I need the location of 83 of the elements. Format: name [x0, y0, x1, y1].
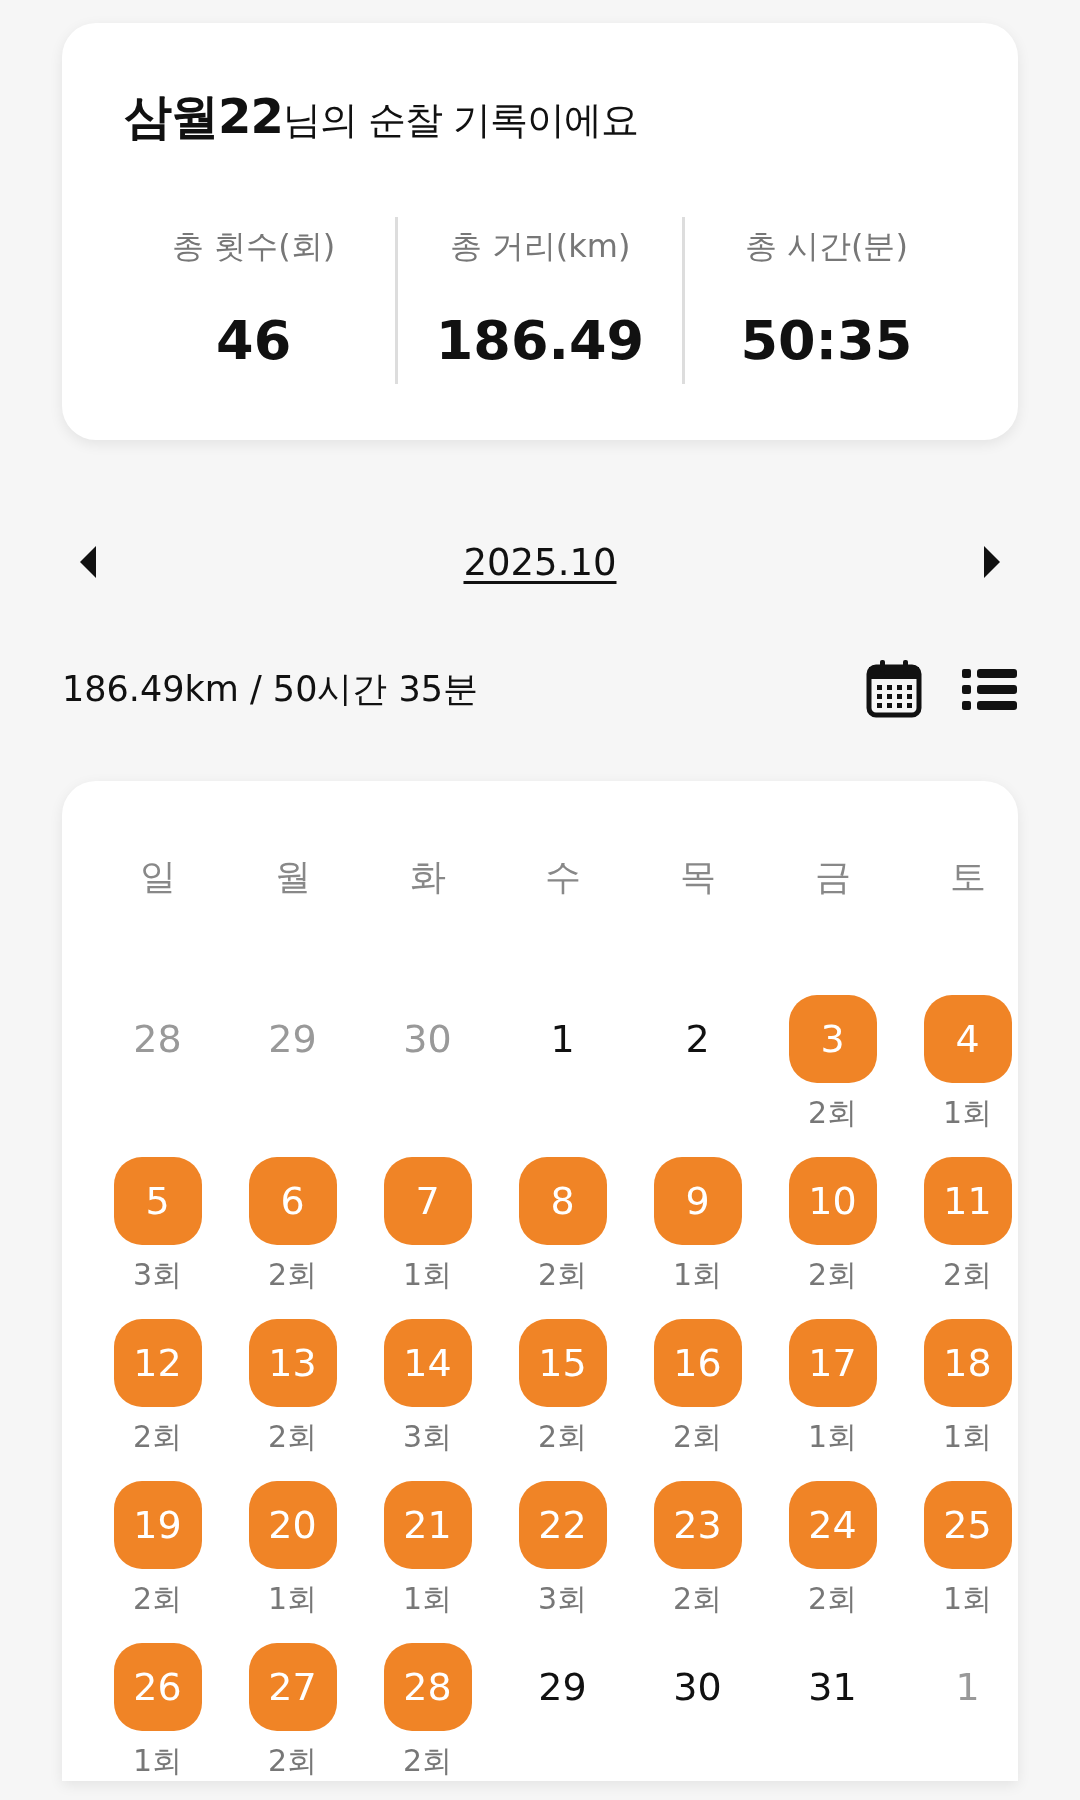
- calendar-day[interactable]: 8: [518, 1157, 607, 1245]
- patrol-count: 1회: [942, 1418, 993, 1456]
- patrol-count: 2회: [807, 1580, 858, 1618]
- calendar-day[interactable]: 28: [113, 995, 202, 1083]
- patrol-count: 3회: [402, 1418, 453, 1456]
- patrol-count: 2회: [267, 1418, 318, 1456]
- stat-value: 46: [216, 309, 292, 372]
- patrol-count: 2회: [132, 1418, 183, 1456]
- calendar-day[interactable]: 14: [383, 1319, 472, 1407]
- patrol-count: 1회: [672, 1256, 723, 1294]
- patrol-count: 1회: [267, 1580, 318, 1618]
- stat-value: 50:35: [740, 309, 913, 372]
- caret-left-icon: [80, 546, 96, 578]
- calendar-day[interactable]: 9: [653, 1157, 742, 1245]
- weekday-label: 수: [543, 855, 582, 899]
- stat-label: 총 횟수(회): [172, 226, 336, 267]
- calendar-day[interactable]: 30: [383, 995, 472, 1083]
- calendar-day[interactable]: 31: [788, 1643, 877, 1731]
- patrol-count: 3회: [132, 1256, 183, 1294]
- calendar-day[interactable]: 13: [248, 1319, 337, 1407]
- calendar-day[interactable]: 10: [788, 1157, 877, 1245]
- patrol-count: 2회: [267, 1742, 318, 1780]
- calendar-day[interactable]: 17: [788, 1319, 877, 1407]
- card-title: 삼월22님의 순찰 기록이에요: [123, 87, 639, 146]
- calendar-day[interactable]: 23: [653, 1481, 742, 1569]
- patrol-count: 2회: [132, 1580, 183, 1618]
- patrol-count: 2회: [267, 1256, 318, 1294]
- patrol-count: 2회: [537, 1418, 588, 1456]
- calendar-day[interactable]: 1: [923, 1643, 1012, 1731]
- patrol-count: 2회: [807, 1094, 858, 1132]
- calendar-day[interactable]: 16: [653, 1319, 742, 1407]
- calendar-day[interactable]: 25: [923, 1481, 1012, 1569]
- weekday-label: 금: [813, 855, 852, 899]
- calendar-day[interactable]: 7: [383, 1157, 472, 1245]
- weekday-label: 목: [678, 855, 717, 899]
- calendar-day[interactable]: 20: [248, 1481, 337, 1569]
- month-label[interactable]: 2025.10: [463, 540, 617, 584]
- calendar-day[interactable]: 15: [518, 1319, 607, 1407]
- calendar-day[interactable]: 2: [653, 995, 742, 1083]
- calendar-day[interactable]: 12: [113, 1319, 202, 1407]
- calendar-day[interactable]: 26: [113, 1643, 202, 1731]
- patrol-count: 1회: [807, 1418, 858, 1456]
- calendar-day[interactable]: 11: [923, 1157, 1012, 1245]
- weekday-label: 화: [408, 855, 447, 899]
- patrol-count: 2회: [807, 1256, 858, 1294]
- patrol-count: 1회: [132, 1742, 183, 1780]
- calendar-day[interactable]: 30: [653, 1643, 742, 1731]
- weekday-label: 월: [273, 855, 312, 899]
- weekday-label: 일: [138, 855, 177, 899]
- calendar-day[interactable]: 4: [923, 995, 1012, 1083]
- stat-label: 총 거리(km): [449, 226, 631, 267]
- patrol-count: 2회: [672, 1418, 723, 1456]
- calendar-day[interactable]: 3: [788, 995, 877, 1083]
- calendar-day[interactable]: 27: [248, 1643, 337, 1731]
- calendar-day[interactable]: 29: [518, 1643, 607, 1731]
- calendar-day[interactable]: 24: [788, 1481, 877, 1569]
- patrol-count: 1회: [402, 1256, 453, 1294]
- patrol-count: 2회: [942, 1256, 993, 1294]
- calendar-day[interactable]: 1: [518, 995, 607, 1083]
- stat-label: 총 시간(분): [744, 226, 908, 267]
- calendar-day[interactable]: 5: [113, 1157, 202, 1245]
- patrol-count: 2회: [672, 1580, 723, 1618]
- list-view-button[interactable]: [962, 667, 1018, 711]
- calendar-day[interactable]: 29: [248, 995, 337, 1083]
- month-summary: 186.49km / 50시간 35분: [62, 667, 480, 711]
- calendar-icon: [866, 659, 922, 719]
- patrol-count: 2회: [402, 1742, 453, 1780]
- patrol-count: 3회: [537, 1580, 588, 1618]
- caret-right-icon: [984, 546, 1000, 578]
- list-icon: [962, 667, 1018, 711]
- patrol-count: 1회: [402, 1580, 453, 1618]
- patrol-count: 1회: [942, 1580, 993, 1618]
- weekday-label: 토: [948, 855, 987, 899]
- calendar-day[interactable]: 28: [383, 1643, 472, 1731]
- calendar-day[interactable]: 21: [383, 1481, 472, 1569]
- calendar-day[interactable]: 18: [923, 1319, 1012, 1407]
- patrol-count: 2회: [537, 1256, 588, 1294]
- calendar-day[interactable]: 6: [248, 1157, 337, 1245]
- calendar-day[interactable]: 22: [518, 1481, 607, 1569]
- stat-value: 186.49: [435, 309, 645, 372]
- calendar-day[interactable]: 19: [113, 1481, 202, 1569]
- patrol-count: 1회: [942, 1094, 993, 1132]
- calendar-view-button[interactable]: [866, 659, 922, 719]
